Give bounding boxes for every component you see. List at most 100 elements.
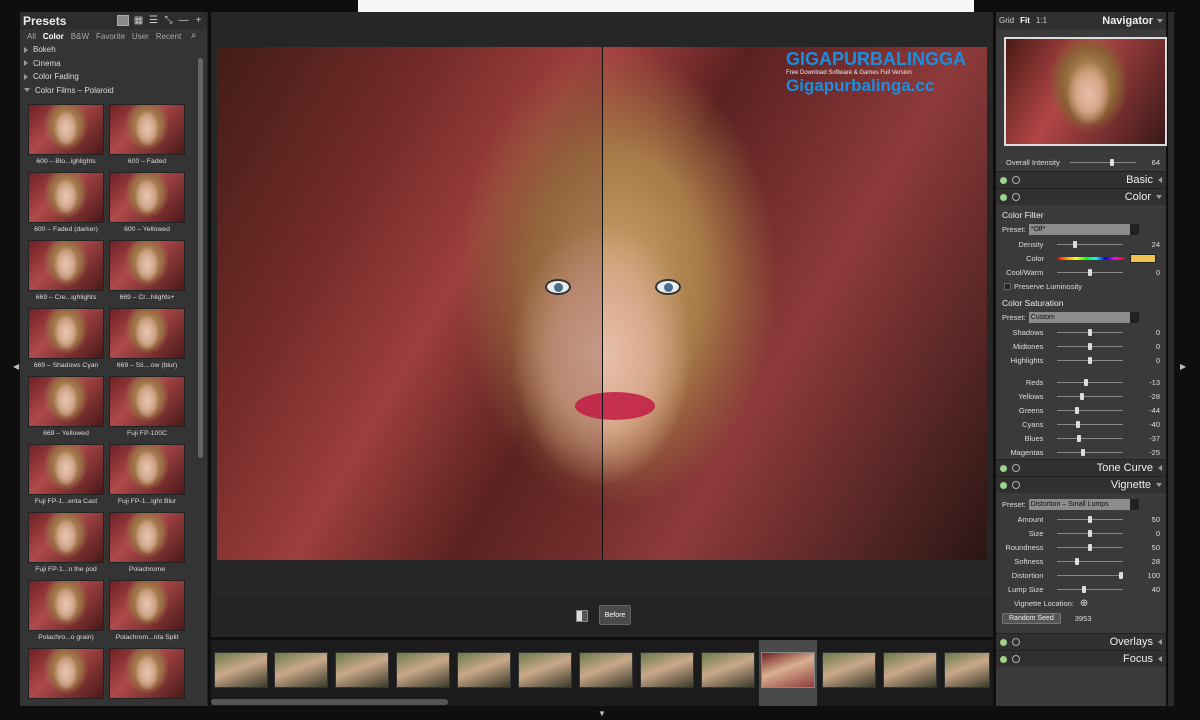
- section-focus[interactable]: Focus: [996, 650, 1166, 667]
- preset-thumb[interactable]: Fuji FP-1...n the pod: [26, 512, 106, 573]
- coolwarm-slider[interactable]: [1057, 268, 1123, 276]
- filmstrip-thumb[interactable]: [701, 652, 755, 688]
- slider[interactable]: [1057, 406, 1123, 414]
- tab-user[interactable]: User: [132, 32, 149, 41]
- slider-knob[interactable]: [1088, 515, 1093, 523]
- slider-knob[interactable]: [1088, 543, 1093, 551]
- slider[interactable]: [1057, 543, 1123, 551]
- tab-recent[interactable]: Recent: [156, 32, 181, 41]
- vignette-preset-select[interactable]: Distortion – Small Lumps: [1028, 499, 1139, 510]
- filmstrip-thumb[interactable]: [274, 652, 328, 688]
- enable-toggle-icon[interactable]: [1000, 193, 1007, 201]
- zoom-grid[interactable]: Grid: [999, 16, 1014, 25]
- preset-thumb[interactable]: 600 – Faded: [107, 104, 187, 165]
- slider-knob[interactable]: [1074, 406, 1079, 414]
- filmstrip-thumb[interactable]: [640, 652, 694, 688]
- reset-icon[interactable]: [1012, 193, 1020, 201]
- reset-icon[interactable]: [1012, 464, 1020, 472]
- saturation-preset-select[interactable]: Custom: [1028, 312, 1139, 323]
- slider-knob[interactable]: [1088, 529, 1093, 537]
- section-overlays[interactable]: Overlays: [996, 633, 1166, 650]
- section-color[interactable]: Color: [996, 188, 1166, 205]
- filmstrip-thumb[interactable]: [822, 652, 876, 688]
- slider-knob[interactable]: [1088, 268, 1093, 276]
- category-color-fading[interactable]: Color Fading: [20, 70, 207, 84]
- preset-thumb[interactable]: 669 – Cre...ighlights: [26, 240, 106, 301]
- slider-knob[interactable]: [1088, 342, 1093, 350]
- enable-toggle-icon[interactable]: [1000, 481, 1007, 489]
- preset-thumb[interactable]: Polachrom...nta Split: [107, 580, 187, 641]
- slider[interactable]: [1057, 378, 1123, 386]
- category-bokeh[interactable]: Bokeh: [20, 43, 207, 57]
- slider-knob[interactable]: [1088, 328, 1093, 336]
- tab-all[interactable]: All: [27, 32, 36, 41]
- category-cinema[interactable]: Cinema: [20, 57, 207, 71]
- filmstrip-thumb-selected[interactable]: [761, 652, 815, 688]
- chevron-down-icon[interactable]: [1157, 18, 1163, 23]
- zoom-one-to-one[interactable]: 1:1: [1036, 16, 1047, 25]
- navigator-thumbnail[interactable]: [1004, 37, 1167, 146]
- slider-knob[interactable]: [1075, 420, 1080, 428]
- right-panel-toggle-icon[interactable]: ▶: [1180, 362, 1186, 371]
- presets-scrollbar[interactable]: [198, 58, 203, 458]
- add-preset-icon[interactable]: +: [193, 15, 204, 26]
- slider[interactable]: [1057, 420, 1123, 428]
- slider-knob[interactable]: [1079, 392, 1084, 400]
- filmstrip-thumb[interactable]: [518, 652, 572, 688]
- slider-knob[interactable]: [1073, 240, 1078, 248]
- collapse-icon[interactable]: ⤡: [163, 15, 174, 26]
- overall-intensity-slider[interactable]: [1070, 159, 1136, 166]
- slider-knob[interactable]: [1109, 159, 1114, 166]
- slider[interactable]: [1057, 392, 1123, 400]
- enable-toggle-icon[interactable]: [1000, 464, 1007, 472]
- reset-icon[interactable]: [1012, 655, 1020, 663]
- preset-thumb[interactable]: 669 – Shadows Cyan: [26, 308, 106, 369]
- filmstrip-thumb[interactable]: [883, 652, 937, 688]
- large-grid-icon[interactable]: [117, 15, 129, 26]
- list-view-icon[interactable]: ☰: [148, 15, 159, 26]
- left-panel-toggle-icon[interactable]: ◀: [13, 362, 19, 371]
- tab-color[interactable]: Color: [43, 32, 64, 41]
- filmstrip-scrollbar[interactable]: [211, 699, 448, 705]
- section-basic[interactable]: Basic: [996, 171, 1166, 188]
- enable-toggle-icon[interactable]: [1000, 638, 1007, 646]
- slider-knob[interactable]: [1088, 356, 1093, 364]
- preview-image[interactable]: [217, 47, 987, 560]
- preserve-luminosity-row[interactable]: Preserve Luminosity: [996, 279, 1166, 293]
- slider-knob[interactable]: [1076, 434, 1081, 442]
- slider[interactable]: [1057, 356, 1123, 364]
- remove-preset-icon[interactable]: —: [178, 15, 189, 26]
- density-slider[interactable]: [1057, 240, 1123, 248]
- slider[interactable]: [1057, 434, 1123, 442]
- compare-divider[interactable]: [602, 47, 603, 560]
- preset-thumb[interactable]: Polachrome: [107, 512, 187, 573]
- reset-icon[interactable]: [1012, 638, 1020, 646]
- slider[interactable]: [1057, 557, 1123, 565]
- slider[interactable]: [1057, 571, 1124, 579]
- slider-knob[interactable]: [1084, 378, 1089, 386]
- slider-knob[interactable]: [1080, 448, 1085, 456]
- preset-thumb[interactable]: [26, 648, 106, 702]
- filmstrip-thumb[interactable]: [335, 652, 389, 688]
- color-filter-preset-select[interactable]: *Off*: [1028, 224, 1139, 235]
- slider[interactable]: [1057, 328, 1123, 336]
- filmstrip-thumb[interactable]: [944, 652, 990, 688]
- slider-knob[interactable]: [1082, 585, 1087, 593]
- bottom-panel-toggle-icon[interactable]: ▼: [598, 709, 606, 718]
- slider[interactable]: [1057, 585, 1123, 593]
- small-grid-icon[interactable]: ▦: [133, 15, 144, 26]
- tab-favorite[interactable]: Favorite: [96, 32, 125, 41]
- preserve-luminosity-checkbox[interactable]: [1004, 282, 1011, 290]
- preset-thumb[interactable]: 600 – Blo...ighlights: [26, 104, 106, 165]
- preset-thumb[interactable]: 600 – Faded (darker): [26, 172, 106, 233]
- section-vignette[interactable]: Vignette: [996, 476, 1166, 493]
- filmstrip-thumb[interactable]: [396, 652, 450, 688]
- preset-thumb[interactable]: Polachro...o grain): [26, 580, 106, 641]
- reset-icon[interactable]: [1012, 176, 1020, 184]
- filmstrip-thumb[interactable]: [457, 652, 511, 688]
- random-seed-button[interactable]: Random Seed: [1002, 613, 1061, 624]
- slider-knob[interactable]: [1074, 557, 1079, 565]
- slider[interactable]: [1057, 448, 1123, 456]
- color-swatch[interactable]: [1130, 253, 1156, 263]
- color-hue-slider[interactable]: [1058, 256, 1124, 260]
